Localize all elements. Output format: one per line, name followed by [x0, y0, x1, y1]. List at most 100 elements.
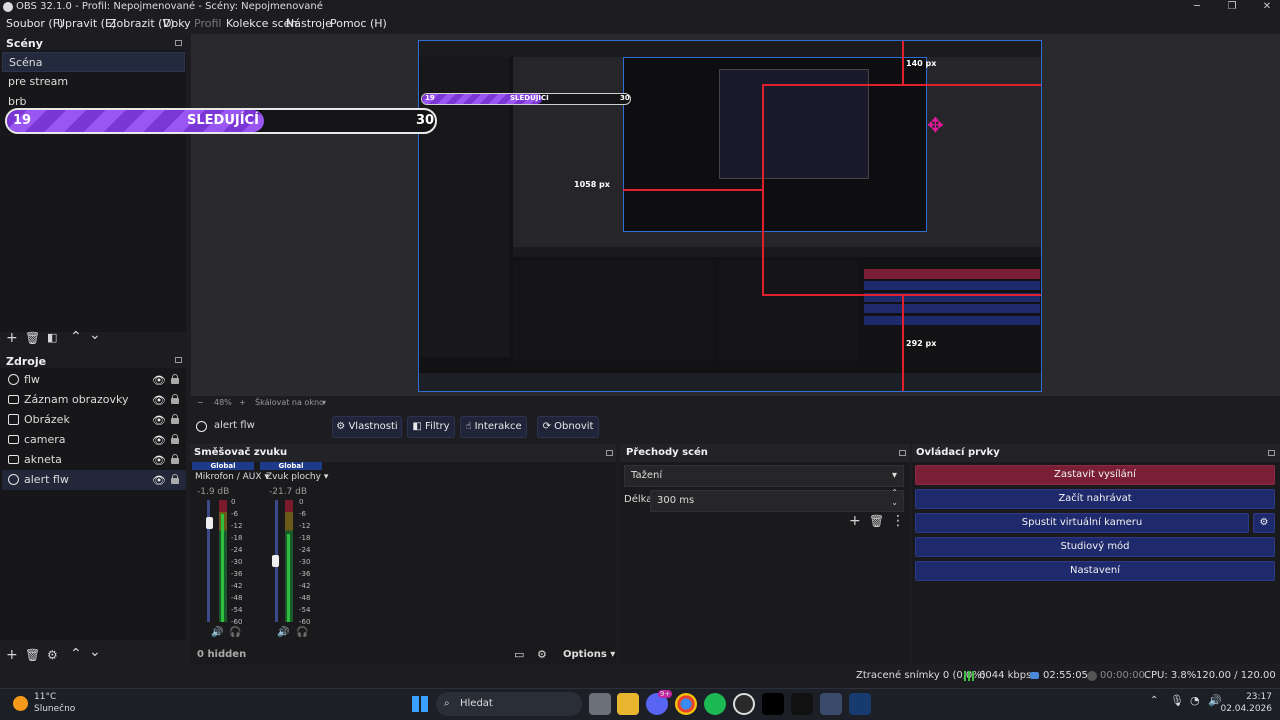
scale-mode[interactable]: Škálovat na okno — [255, 396, 324, 410]
close-button[interactable]: ✕ — [1255, 0, 1279, 14]
mixer-options-button[interactable]: Options ▾ — [563, 649, 615, 660]
source-item[interactable]: Obrázek 👁 — [2, 410, 186, 430]
remove-transition-icon[interactable]: 🗑 — [869, 514, 884, 528]
clock-date[interactable]: 02.04.2026 — [1218, 704, 1272, 714]
visibility-icon[interactable]: 👁 — [152, 454, 166, 467]
studio-mode-button[interactable]: Studiový mód — [915, 537, 1275, 557]
transition-select[interactable]: Tažení ▾ — [624, 465, 904, 487]
screen-capture-source[interactable]: 19 SLEDUJÍCÍ 30 140 px 1058 px 292 px ✥ — [418, 40, 1042, 392]
clock-time[interactable]: 23:17 — [1228, 692, 1272, 702]
stop-streaming-button[interactable]: Zastavit vysílání — [915, 465, 1275, 485]
settings-button[interactable]: Nastavení — [915, 561, 1275, 581]
meter-tick-label: 0 — [231, 498, 236, 506]
mixer-layout-icon[interactable]: ▭ — [514, 648, 524, 661]
undock-icon[interactable] — [899, 450, 906, 456]
visibility-icon[interactable]: 👁 — [152, 414, 166, 427]
refresh-button[interactable]: ⟳ Obnovit — [537, 416, 599, 438]
zoom-in-icon[interactable]: + — [239, 396, 246, 410]
undock-icon[interactable] — [175, 40, 182, 46]
desktop-channel-name[interactable]: Zvuk plochy ▾ — [266, 472, 328, 482]
weather-desc[interactable]: Slunečno — [34, 704, 75, 714]
remove-source-icon[interactable]: 🗑 — [25, 648, 40, 662]
spotify-icon[interactable] — [704, 693, 726, 715]
windows-start-icon[interactable] — [412, 696, 428, 712]
source-item[interactable]: akneta 👁 — [2, 450, 186, 470]
menu-docks[interactable]: Doky — [163, 14, 191, 34]
follower-goal-bar[interactable]: 19 SLEDUJÍCÍ 30 — [5, 108, 437, 134]
desktop-monitor-icon[interactable]: 🎧 — [296, 627, 308, 638]
desktop-volume-slider[interactable] — [272, 555, 279, 567]
duration-input[interactable]: 300 ms ⌃ ⌄ — [650, 488, 904, 512]
source-properties-icon[interactable]: ⚙ — [47, 648, 58, 662]
app-m-icon[interactable] — [762, 693, 784, 715]
file-explorer-icon[interactable] — [617, 693, 639, 715]
scene-filters-icon[interactable]: ◧ — [47, 331, 57, 345]
lock-icon[interactable] — [171, 454, 179, 464]
mic-monitor-icon[interactable]: 🎧 — [229, 627, 241, 638]
maximize-button[interactable]: ❐ — [1220, 0, 1244, 14]
menu-edit[interactable]: Upravit (E) — [57, 14, 116, 34]
lock-icon[interactable] — [171, 434, 179, 444]
minimize-button[interactable]: ─ — [1185, 0, 1209, 14]
capcut-icon[interactable] — [791, 693, 813, 715]
lock-icon[interactable] — [171, 374, 179, 384]
visibility-icon[interactable]: 👁 — [152, 474, 166, 487]
chrome-icon[interactable] — [675, 693, 697, 715]
task-view-icon[interactable] — [589, 693, 611, 715]
remove-scene-icon[interactable]: 🗑 — [25, 331, 40, 345]
filters-button[interactable]: ◧ Filtry — [407, 416, 455, 438]
start-virtual-camera-button[interactable]: Spustit virtuální kameru — [915, 513, 1249, 533]
source-item[interactable]: Záznam obrazovky 👁 — [2, 390, 186, 410]
visibility-icon[interactable]: 👁 — [152, 394, 166, 407]
gear-icon: ⚙ — [336, 421, 346, 432]
weather-temp[interactable]: 11°C — [34, 692, 56, 702]
meter-tick-label: -48 — [299, 594, 311, 602]
move-down-icon[interactable]: ⌄ — [89, 328, 101, 342]
desktop-mute-icon[interactable]: 🔊 — [277, 627, 289, 638]
steam-icon[interactable] — [849, 693, 871, 715]
mic-mute-icon[interactable]: 🔊 — [211, 627, 223, 638]
hidden-count: 0 hidden — [197, 649, 247, 660]
zoom-out-icon[interactable]: − — [197, 396, 204, 410]
visibility-icon[interactable]: 👁 — [152, 434, 166, 447]
lock-icon[interactable] — [171, 394, 179, 404]
virtual-camera-settings-icon[interactable]: ⚙ — [1253, 513, 1275, 533]
lock-icon[interactable] — [171, 414, 179, 424]
add-source-icon[interactable]: + — [6, 648, 18, 662]
add-transition-icon[interactable]: + — [849, 514, 861, 528]
undock-icon[interactable] — [175, 357, 182, 363]
source-item[interactable]: flw 👁 — [2, 370, 186, 390]
menu-file[interactable]: Soubor (F) — [6, 14, 63, 34]
taskbar-search[interactable]: Hledat ⌕ — [436, 692, 582, 716]
obs-taskbar-icon[interactable] — [733, 693, 755, 715]
scene-item[interactable]: pre stream — [2, 72, 185, 92]
inner-bar-goal: 30 — [620, 94, 630, 102]
scene-item[interactable]: Scéna — [2, 52, 185, 72]
wifi-icon[interactable]: ◔ — [1190, 694, 1200, 707]
source-item[interactable]: camera 👁 — [2, 430, 186, 450]
chevron-down-icon[interactable]: ▾ — [322, 396, 326, 410]
menu-help[interactable]: Pomoc (H) — [330, 14, 387, 34]
desktop-meter-scale: 0 -6 -12 -18 -24 -30 -36 -42 -48 -54 -60 — [299, 498, 313, 626]
add-scene-icon[interactable]: + — [6, 331, 18, 345]
move-down-icon[interactable]: ⌄ — [89, 645, 101, 659]
more-options-icon[interactable]: ⋮ — [891, 514, 905, 528]
undock-icon[interactable] — [606, 450, 613, 456]
source-item[interactable]: alert flw 👁 — [2, 470, 186, 490]
tray-expand-icon[interactable]: ⌃ — [1150, 695, 1158, 706]
move-up-icon[interactable]: ⌃ — [70, 330, 82, 344]
start-recording-button[interactable]: Začít nahrávat — [915, 489, 1275, 509]
interact-button[interactable]: ☝ Interakce — [460, 416, 527, 438]
move-up-icon[interactable]: ⌃ — [70, 647, 82, 661]
microphone-icon[interactable]: 🎙 — [1170, 694, 1184, 707]
properties-button[interactable]: ⚙ Vlastnosti — [332, 416, 402, 438]
undock-icon[interactable] — [1268, 450, 1275, 456]
mic-volume-slider[interactable] — [206, 517, 213, 529]
mixer-settings-icon[interactable]: ⚙ — [537, 648, 547, 661]
settings-taskbar-icon[interactable] — [820, 693, 842, 715]
visibility-icon[interactable]: 👁 — [152, 374, 166, 387]
menu-tools[interactable]: Nástroje — [286, 14, 332, 34]
lock-icon[interactable] — [171, 474, 179, 484]
menu-profile[interactable]: Profil — [194, 14, 221, 34]
mic-channel-name[interactable]: Mikrofon / AUX ▾ — [195, 472, 269, 482]
